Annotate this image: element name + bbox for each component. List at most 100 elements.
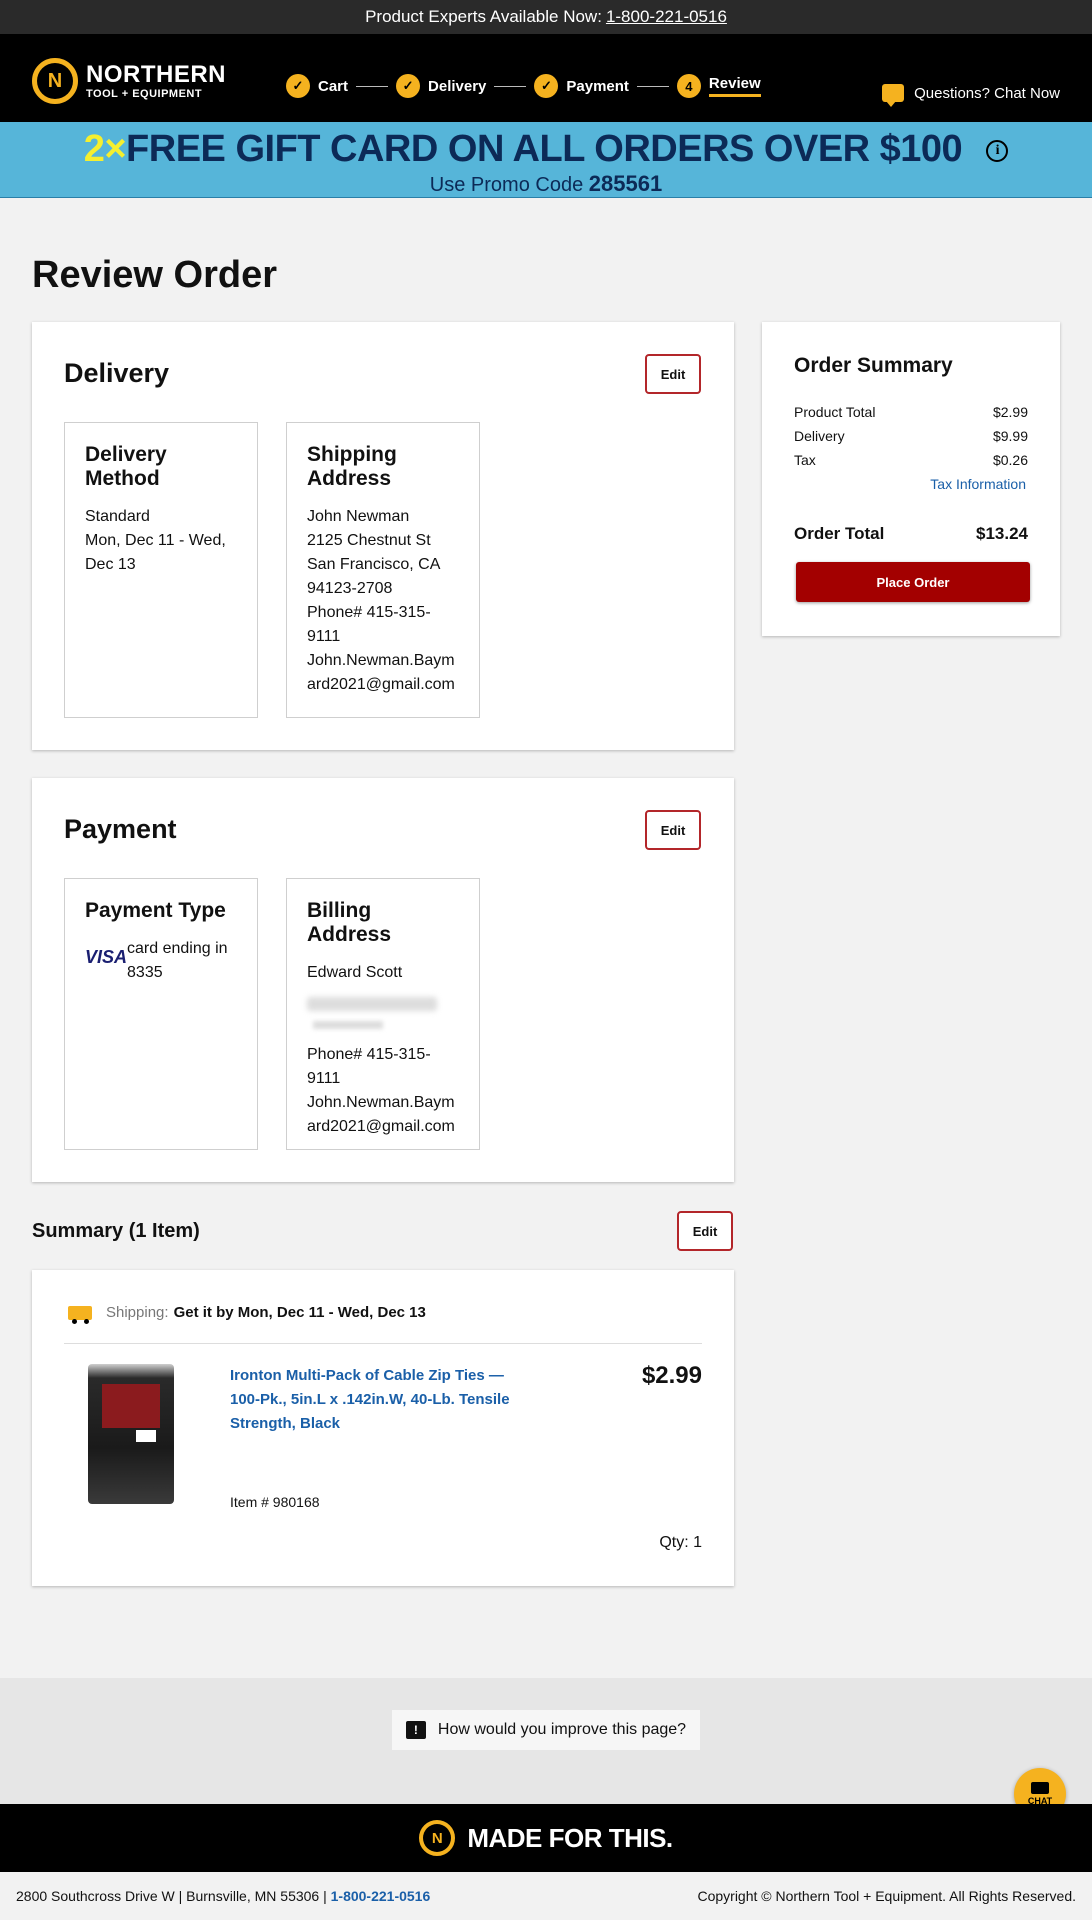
feedback-label: How would you improve this page? bbox=[437, 1721, 687, 1738]
feedback-icon: ! bbox=[405, 1721, 426, 1739]
row-value: $2.99 bbox=[992, 404, 1028, 420]
step-label: Review bbox=[708, 75, 761, 97]
experts-phone-link[interactable]: 1-800-221-0516 bbox=[606, 7, 727, 27]
order-summary-title: Order Summary bbox=[794, 354, 953, 377]
row-label: Tax bbox=[794, 452, 816, 468]
payment-type-heading: Payment Type bbox=[85, 899, 226, 922]
item-number: Item # 980168 bbox=[230, 1494, 320, 1510]
product-total-row: Product Total $2.99 bbox=[794, 404, 1028, 420]
footer-logo-icon: N bbox=[419, 1820, 456, 1856]
step-review: 4 Review bbox=[676, 74, 761, 98]
logo-name: NORTHERN bbox=[86, 60, 226, 88]
billing-phone: Phone# 415-315-9111 bbox=[307, 1046, 431, 1087]
row-label: Delivery bbox=[794, 428, 845, 444]
billing-address-heading: Billing Address bbox=[307, 899, 392, 946]
tax-information-link[interactable]: Tax Information bbox=[930, 476, 1026, 492]
row-label: Product Total bbox=[794, 404, 876, 420]
shipping-name: John Newman bbox=[307, 508, 410, 525]
feedback-button[interactable]: ! How would you improve this page? bbox=[392, 1710, 700, 1750]
divider bbox=[64, 1343, 702, 1344]
checkout-progress: ✓ Cart ✓ Delivery ✓ Payment 4 Review bbox=[286, 74, 761, 98]
step-delivery[interactable]: ✓ Delivery bbox=[396, 74, 534, 98]
order-total-row: Order Total $13.24 bbox=[794, 524, 1028, 544]
truck-icon bbox=[68, 1305, 92, 1324]
northern-logo[interactable]: N NORTHERN TOOL + EQUIPMENT bbox=[32, 58, 226, 104]
experts-bar: Product Experts Available Now: 1-800-221… bbox=[0, 0, 1092, 34]
chat-now-link[interactable]: Questions? Chat Now bbox=[882, 84, 1060, 107]
shipping-phone: Phone# 415-315-9111 bbox=[307, 604, 431, 645]
shipping-address-heading: Shipping Address bbox=[307, 443, 397, 490]
delivery-method-type: Standard bbox=[85, 508, 150, 525]
footer-info: 2800 Southcross Drive W | Burnsville, MN… bbox=[0, 1872, 1092, 1920]
shipping-city: San Francisco, CA 94123-2708 bbox=[307, 556, 440, 597]
footer-address: 2800 Southcross Drive W | Burnsville, MN… bbox=[16, 1888, 327, 1904]
step-label: Cart bbox=[318, 77, 349, 95]
feedback-band: ! How would you improve this page? bbox=[0, 1678, 1092, 1804]
item-summary-card: Shipping: Get it by Mon, Dec 11 - Wed, D… bbox=[32, 1270, 734, 1586]
footer-copyright: Copyright © Northern Tool + Equipment. A… bbox=[697, 1888, 1076, 1904]
product-image[interactable] bbox=[88, 1364, 174, 1504]
order-total-label: Order Total bbox=[794, 524, 885, 543]
delivery-title: Delivery bbox=[64, 358, 170, 388]
promo-code-label: Use Promo Code bbox=[429, 174, 584, 196]
experts-text: Product Experts Available Now: bbox=[365, 7, 602, 26]
step-cart[interactable]: ✓ Cart bbox=[286, 74, 396, 98]
billing-email: John.Newman.Baymard2021@gmail.com bbox=[307, 1094, 455, 1135]
promo-banner[interactable]: 2×FREE GIFT CARD ON ALL ORDERS OVER $100… bbox=[0, 122, 1092, 198]
logo-subname: TOOL + EQUIPMENT bbox=[86, 87, 203, 100]
step-divider bbox=[636, 85, 669, 87]
summary-title: Summary (1 Item) bbox=[32, 1220, 200, 1242]
chat-bubble-icon bbox=[1031, 1782, 1049, 1794]
edit-summary-button[interactable]: Edit bbox=[677, 1211, 733, 1251]
place-order-button[interactable]: Place Order bbox=[796, 562, 1030, 602]
info-icon[interactable]: i bbox=[986, 139, 1009, 162]
check-icon: ✓ bbox=[396, 74, 421, 98]
logo-badge-icon: N bbox=[32, 58, 78, 104]
step-label: Payment bbox=[566, 77, 629, 95]
delivery-row: Delivery $9.99 bbox=[794, 428, 1028, 444]
footer-phone-link[interactable]: 1-800-221-0516 bbox=[331, 1888, 431, 1904]
check-icon: ✓ bbox=[534, 74, 559, 98]
edit-delivery-button[interactable]: Edit bbox=[645, 354, 701, 394]
chat-icon bbox=[882, 84, 905, 107]
order-total-value: $13.24 bbox=[976, 524, 1028, 543]
shipping-estimate: Shipping: Get it by Mon, Dec 11 - Wed, D… bbox=[68, 1304, 426, 1324]
step-number: 4 bbox=[676, 74, 701, 98]
step-label: Delivery bbox=[428, 77, 487, 95]
page-title: Review Order bbox=[32, 254, 277, 296]
promo-code: 285561 bbox=[588, 171, 663, 196]
step-divider bbox=[356, 85, 389, 87]
billing-name: Edward Scott bbox=[307, 964, 403, 981]
row-value: $9.99 bbox=[992, 428, 1028, 444]
order-summary-card: Order Summary Product Total $2.99 Delive… bbox=[762, 322, 1060, 636]
checkout-header: N NORTHERN TOOL + EQUIPMENT ✓ Cart ✓ Del… bbox=[0, 34, 1092, 122]
card-ending-text: card ending in 8335 bbox=[127, 940, 228, 981]
step-divider bbox=[494, 85, 527, 87]
delivery-card: Delivery Edit Delivery Method Standard M… bbox=[32, 322, 734, 750]
item-quantity: Qty: 1 bbox=[659, 1534, 702, 1551]
delivery-method-box: Delivery Method Standard Mon, Dec 11 - W… bbox=[64, 422, 258, 718]
payment-type-box: Payment Type VISA card ending in 8335 bbox=[64, 878, 258, 1150]
shipping-address-box: Shipping Address John Newman 2125 Chestn… bbox=[286, 422, 480, 718]
payment-card: Payment Edit Payment Type VISA card endi… bbox=[32, 778, 734, 1182]
check-icon: ✓ bbox=[286, 74, 310, 98]
shipping-date-text: Get it by Mon, Dec 11 - Wed, Dec 13 bbox=[173, 1304, 426, 1321]
redacted-city bbox=[313, 1021, 383, 1029]
product-price: $2.99 bbox=[641, 1362, 702, 1389]
billing-address-box: Billing Address Edward Scott Phone# 415-… bbox=[286, 878, 480, 1150]
step-payment[interactable]: ✓ Payment bbox=[534, 74, 677, 98]
promo-headline-bold: FREE GIFT CARD bbox=[126, 128, 438, 170]
row-value: $0.26 bbox=[992, 452, 1028, 468]
footer-brand-band: N MADE FOR THIS. bbox=[0, 1804, 1092, 1872]
delivery-method-dates: Mon, Dec 11 - Wed, Dec 13 bbox=[85, 532, 226, 573]
delivery-method-heading: Delivery Method bbox=[85, 443, 167, 490]
edit-payment-button[interactable]: Edit bbox=[645, 810, 701, 850]
payment-title: Payment bbox=[64, 814, 177, 844]
shipping-street: 2125 Chestnut St bbox=[307, 532, 431, 549]
visa-icon: VISA bbox=[85, 947, 128, 967]
promo-headline-rest: ON ALL ORDERS OVER $100 bbox=[447, 128, 963, 170]
tax-row: Tax $0.26 bbox=[794, 452, 1028, 468]
promo-multiplier: 2× bbox=[83, 128, 127, 170]
footer-tagline: MADE FOR THIS. bbox=[467, 1822, 673, 1853]
product-name-link[interactable]: Ironton Multi-Pack of Cable Zip Ties — 1… bbox=[230, 1364, 530, 1436]
